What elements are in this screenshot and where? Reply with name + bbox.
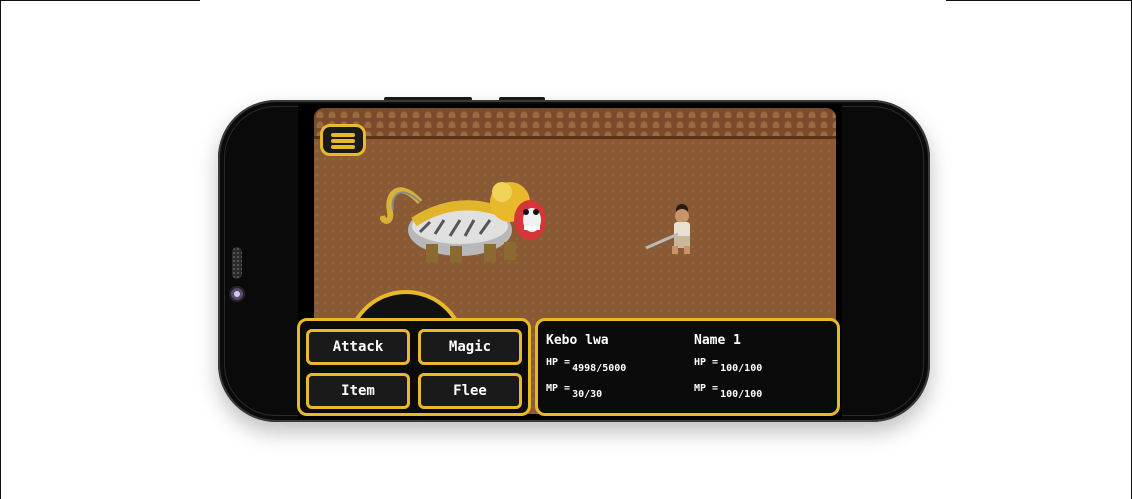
command-panel: Attack Magic Item Flee — [297, 318, 531, 416]
magic-button[interactable]: Magic — [418, 329, 522, 365]
stats-panel: Kebo lwa HP =4998/5000 MP =30/30 Name 1 … — [535, 318, 840, 416]
player-hp: HP =100/100 — [694, 357, 762, 374]
hamburger-menu-icon-bar — [331, 145, 355, 149]
enemy-hp: HP =4998/5000 — [546, 357, 626, 374]
flee-button[interactable]: Flee — [418, 373, 522, 409]
frame-top-right-line — [946, 0, 1132, 1]
menu-button[interactable] — [320, 124, 366, 156]
player-hp-label: HP = — [694, 357, 719, 368]
frame-top-left-line — [0, 0, 200, 1]
player-mp-value: 100/100 — [720, 389, 763, 400]
player-name: Name 1 — [694, 333, 741, 348]
speaker-grille — [232, 247, 242, 279]
front-camera — [229, 286, 245, 302]
enemy-name: Kebo lwa — [546, 333, 609, 348]
enemy-sprite-kebo-iwa[interactable] — [380, 172, 560, 272]
player-mp-label: MP = — [694, 383, 719, 394]
player-mp: MP =100/100 — [694, 383, 762, 400]
enemy-mp-value: 30/30 — [572, 389, 603, 400]
frame-left-line — [0, 0, 1, 499]
enemy-mp: MP =30/30 — [546, 383, 602, 400]
enemy-hp-value: 4998/5000 — [572, 363, 627, 374]
rock-wall — [314, 108, 836, 139]
attack-button[interactable]: Attack — [306, 329, 410, 365]
item-button[interactable]: Item — [306, 373, 410, 409]
enemy-hp-label: HP = — [546, 357, 571, 368]
player-hp-value: 100/100 — [720, 363, 763, 374]
player-sprite[interactable] — [640, 200, 704, 256]
enemy-mp-label: MP = — [546, 383, 571, 394]
hamburger-menu-icon-bar — [331, 139, 355, 143]
hamburger-menu-icon — [331, 133, 355, 137]
